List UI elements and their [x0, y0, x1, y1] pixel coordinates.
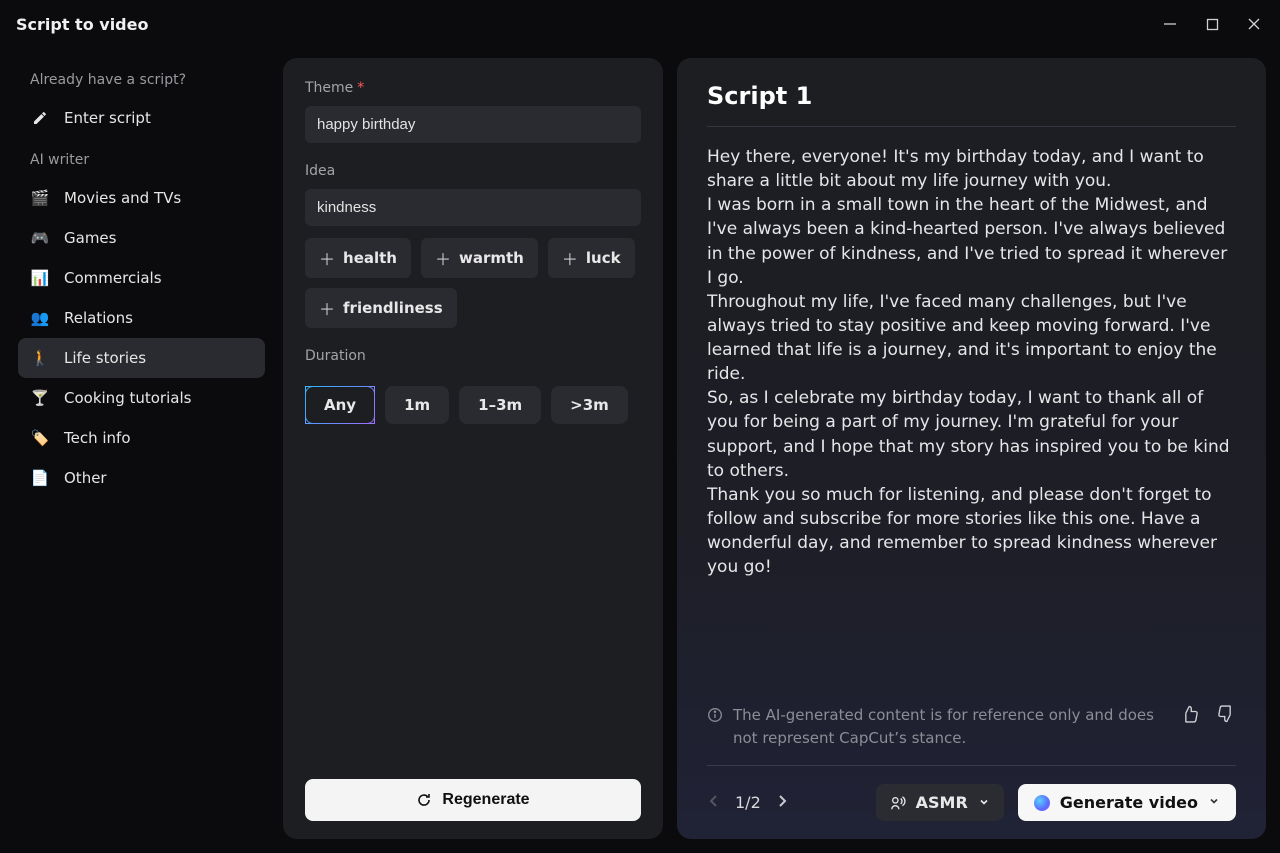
generate-video-button[interactable]: Generate video	[1018, 784, 1236, 821]
sidebar-ai-writer-label: AI writer	[18, 144, 265, 178]
duration-gt3m[interactable]: >3m	[551, 386, 628, 424]
plus-icon: ＋	[319, 296, 335, 320]
orb-icon	[1034, 795, 1050, 811]
sidebar-item-label: Movies and TVs	[64, 189, 181, 207]
sidebar-item-label: Relations	[64, 309, 133, 327]
titlebar: Script to video	[0, 0, 1280, 48]
other-icon: 📄	[30, 468, 50, 488]
script-title: Script 1	[707, 82, 1236, 127]
sidebar-prompt: Already have a script?	[18, 64, 265, 98]
cooking-icon: 🍸	[30, 388, 50, 408]
sidebar: Already have a script? Enter script AI w…	[14, 58, 269, 839]
theme-label: Theme*	[305, 80, 641, 96]
sidebar-item-label: Commercials	[64, 269, 162, 287]
suggestion-warmth[interactable]: ＋warmth	[421, 238, 538, 278]
sidebar-item-label: Cooking tutorials	[64, 389, 191, 407]
form-panel: Theme* Idea ＋health ＋warmth ＋luck ＋frien…	[283, 58, 663, 839]
sidebar-item-label: Other	[64, 469, 107, 487]
idea-suggestions: ＋health ＋warmth ＋luck ＋friendliness	[305, 238, 641, 328]
relations-icon: 👥	[30, 308, 50, 328]
feedback-buttons	[1180, 704, 1236, 728]
suggestion-health[interactable]: ＋health	[305, 238, 411, 278]
minimize-button[interactable]	[1160, 14, 1180, 34]
refresh-icon	[416, 792, 432, 808]
idea-label: Idea	[305, 163, 641, 179]
sidebar-item-tech[interactable]: 🏷️ Tech info	[18, 418, 265, 458]
sidebar-item-relations[interactable]: 👥 Relations	[18, 298, 265, 338]
sidebar-item-cooking[interactable]: 🍸 Cooking tutorials	[18, 378, 265, 418]
chevron-down-icon	[1208, 795, 1220, 810]
script-panel: Script 1 Hey there, everyone! It's my bi…	[677, 58, 1266, 839]
script-body[interactable]: Hey there, everyone! It's my birthday to…	[707, 145, 1236, 692]
info-icon	[707, 707, 723, 723]
duration-label: Duration	[305, 348, 641, 364]
disclaimer: The AI-generated content is for referenc…	[707, 704, 1168, 749]
plus-icon: ＋	[562, 246, 578, 270]
life-stories-icon: 🚶	[30, 348, 50, 368]
sidebar-item-other[interactable]: 📄 Other	[18, 458, 265, 498]
theme-input[interactable]	[305, 106, 641, 143]
sidebar-item-movies[interactable]: 🎬 Movies and TVs	[18, 178, 265, 218]
script-pager: 1/2	[735, 793, 761, 812]
maximize-button[interactable]	[1202, 14, 1222, 34]
sidebar-item-games[interactable]: 🎮 Games	[18, 218, 265, 258]
close-button[interactable]	[1244, 14, 1264, 34]
games-icon: 🎮	[30, 228, 50, 248]
thumbs-down-button[interactable]	[1216, 704, 1236, 728]
disclaimer-row: The AI-generated content is for referenc…	[707, 692, 1236, 766]
duration-any[interactable]: Any	[305, 386, 375, 424]
window-title: Script to video	[16, 15, 148, 34]
regenerate-button[interactable]: Regenerate	[305, 779, 641, 821]
commercials-icon: 📊	[30, 268, 50, 288]
pencil-icon	[30, 108, 50, 128]
app-body: Already have a script? Enter script AI w…	[0, 48, 1280, 853]
sidebar-item-life-stories[interactable]: 🚶 Life stories	[18, 338, 265, 378]
thumbs-up-button[interactable]	[1180, 704, 1200, 728]
sidebar-item-label: Life stories	[64, 349, 146, 367]
duration-1m[interactable]: 1m	[385, 386, 449, 424]
script-footer: 1/2 ASMR Generate video	[707, 766, 1236, 821]
window-controls	[1160, 14, 1264, 34]
chevron-down-icon	[978, 793, 990, 812]
plus-icon: ＋	[319, 246, 335, 270]
movies-icon: 🎬	[30, 188, 50, 208]
suggestion-friendliness[interactable]: ＋friendliness	[305, 288, 457, 328]
sidebar-enter-script-label: Enter script	[64, 109, 151, 127]
duration-options: Any 1m 1–3m >3m	[305, 386, 641, 424]
duration-1-3m[interactable]: 1–3m	[459, 386, 541, 424]
sidebar-enter-script[interactable]: Enter script	[18, 98, 265, 138]
voice-icon	[890, 795, 906, 811]
next-script-button[interactable]	[775, 793, 789, 812]
voice-select[interactable]: ASMR	[876, 784, 1004, 821]
sidebar-item-commercials[interactable]: 📊 Commercials	[18, 258, 265, 298]
plus-icon: ＋	[435, 246, 451, 270]
sidebar-item-label: Games	[64, 229, 116, 247]
idea-input[interactable]	[305, 189, 641, 226]
tech-icon: 🏷️	[30, 428, 50, 448]
prev-script-button[interactable]	[707, 793, 721, 812]
suggestion-luck[interactable]: ＋luck	[548, 238, 635, 278]
required-icon: *	[357, 80, 364, 96]
sidebar-item-label: Tech info	[64, 429, 131, 447]
